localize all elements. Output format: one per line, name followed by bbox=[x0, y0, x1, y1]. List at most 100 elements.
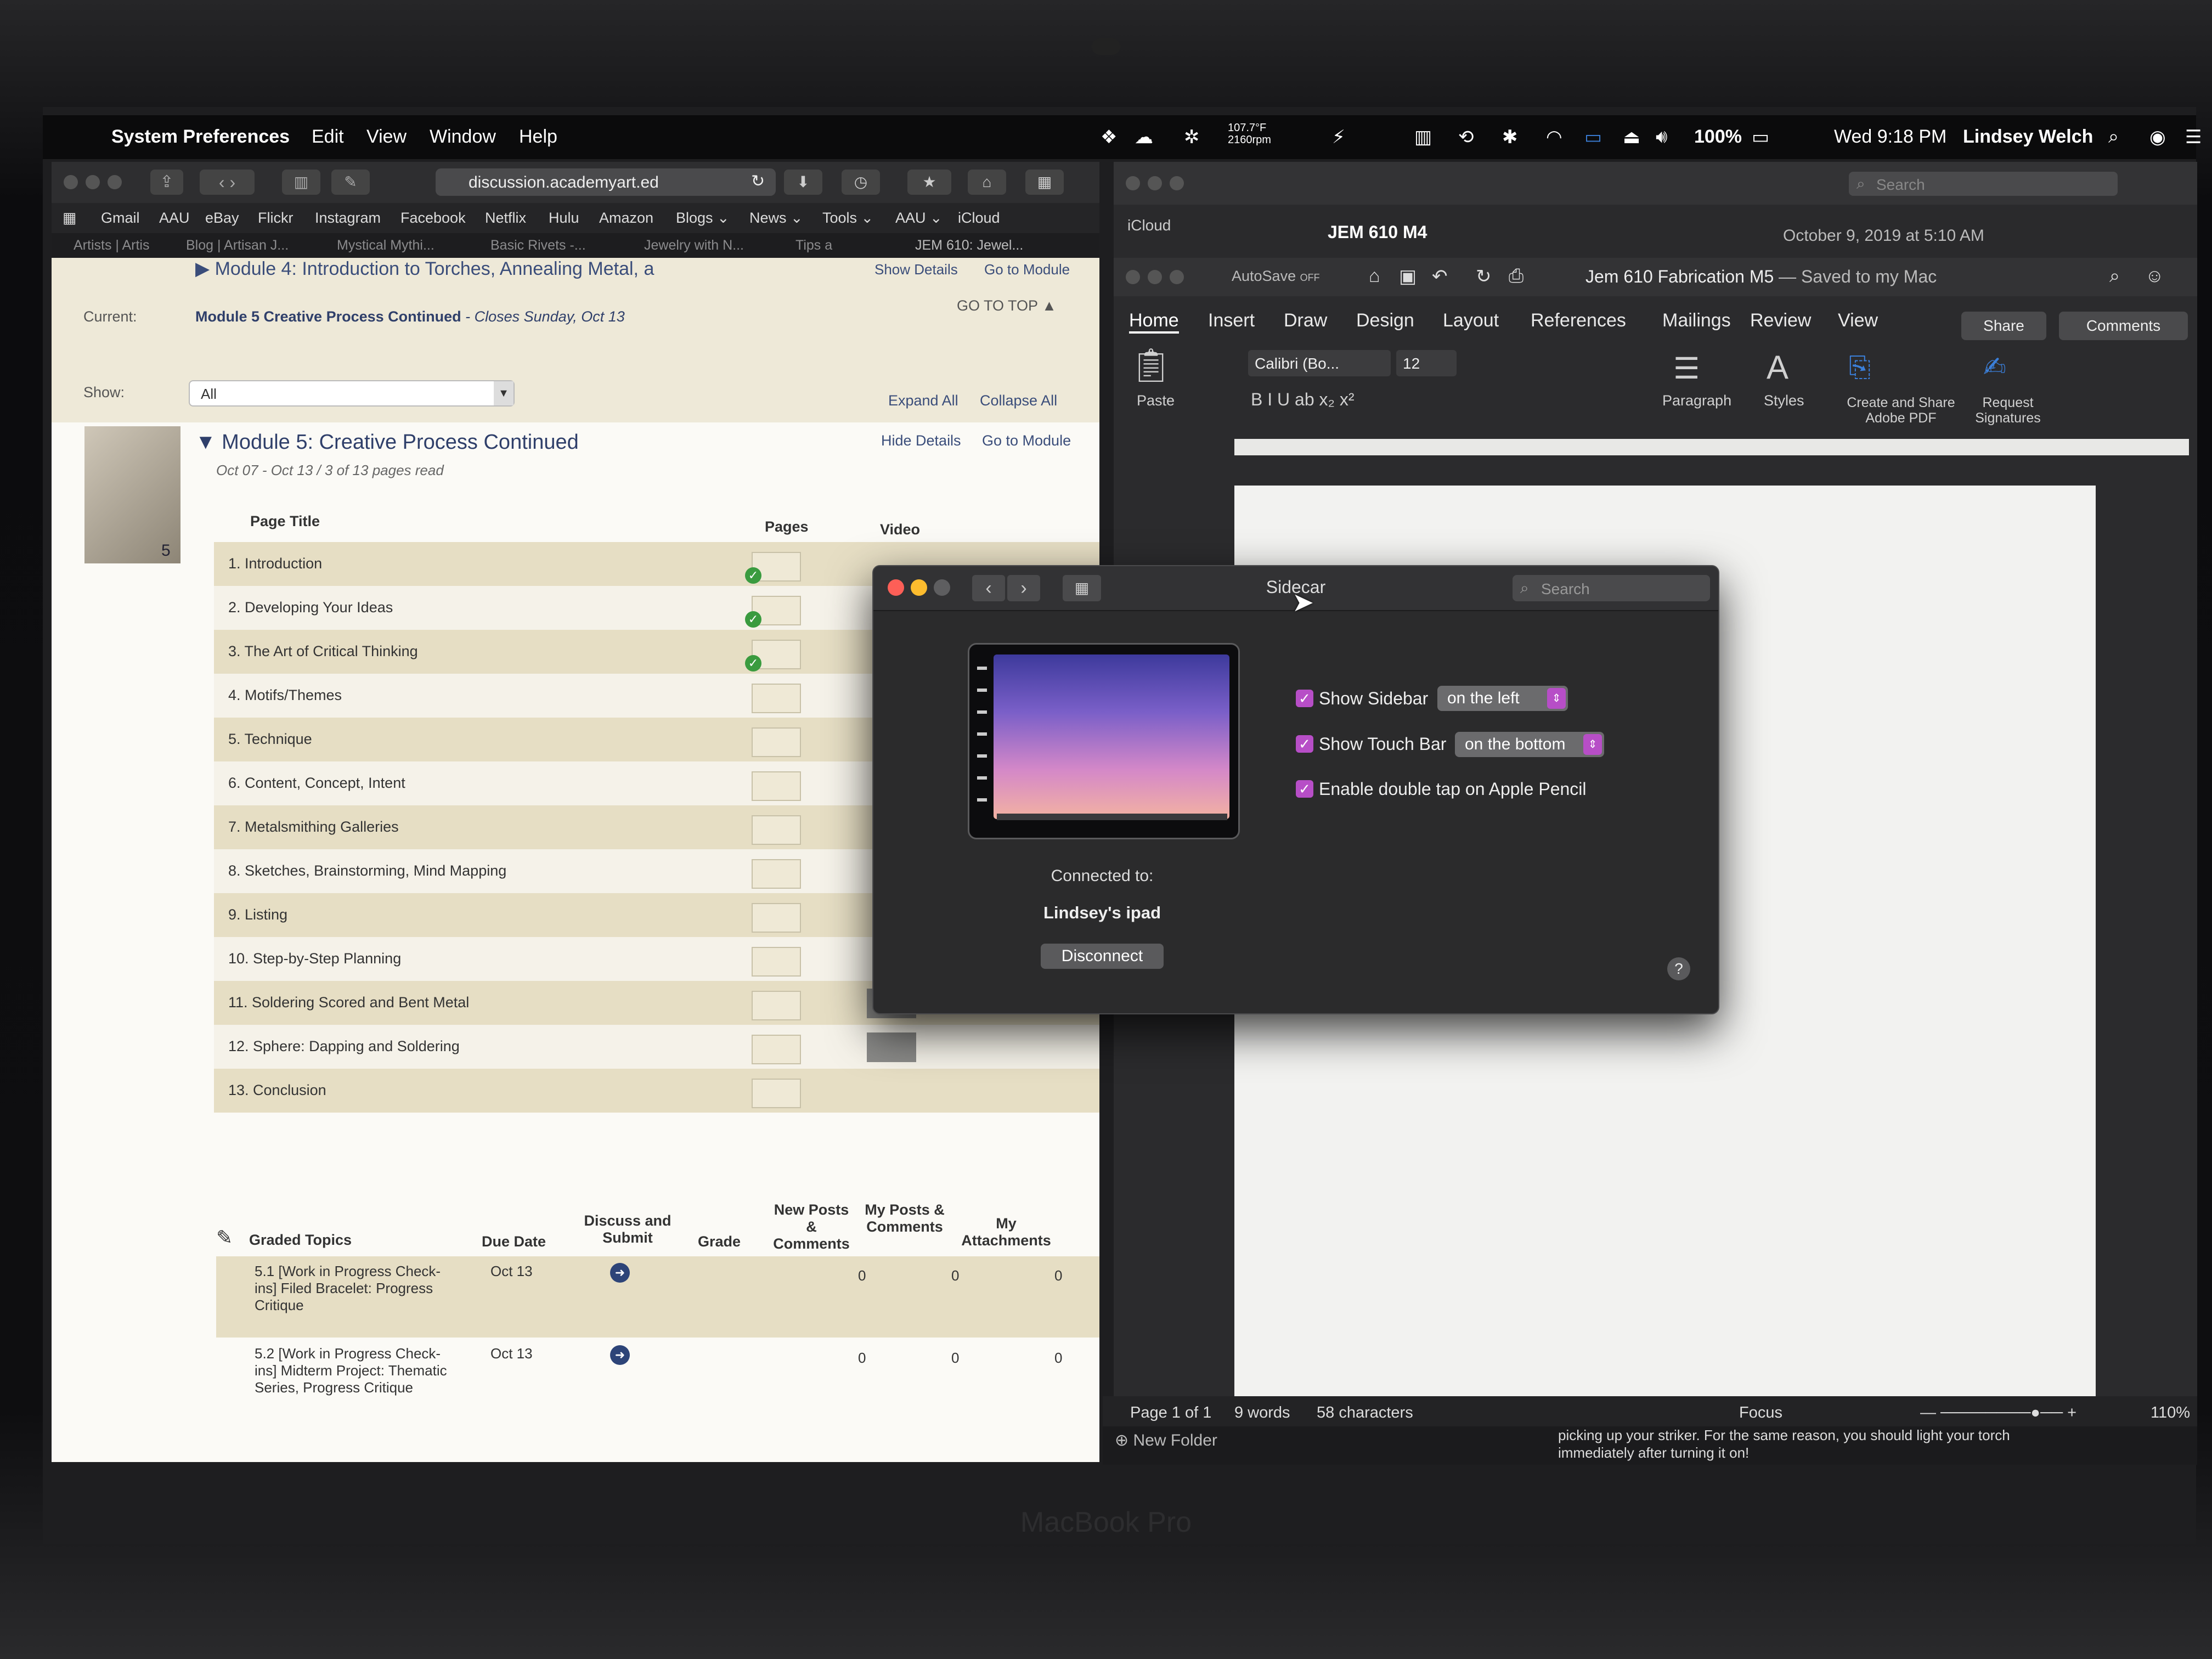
bookmark-ebay[interactable]: eBay bbox=[205, 210, 239, 227]
bookmark-news[interactable]: News ⌄ bbox=[749, 210, 803, 227]
tab[interactable]: Artists | Artis bbox=[74, 238, 149, 253]
time-machine-icon[interactable]: ⟲ bbox=[1458, 126, 1474, 148]
smiley-icon[interactable]: ☺ bbox=[2145, 266, 2164, 287]
go-to-module-link[interactable]: Go to Module bbox=[982, 432, 1071, 449]
bookmark-instagram[interactable]: Instagram bbox=[315, 210, 381, 227]
file-name[interactable]: JEM 610 M4 bbox=[1328, 222, 1427, 242]
collapse-all-link[interactable]: Collapse All bbox=[980, 392, 1057, 409]
page-row[interactable]: 12. Sphere: Dapping and Soldering bbox=[214, 1025, 1099, 1069]
sidebar-item-icloud[interactable]: iCloud bbox=[1127, 217, 1171, 234]
sidebar-position-select[interactable]: on the left ⇕ bbox=[1437, 686, 1568, 711]
tab-mailings[interactable]: Mailings bbox=[1662, 310, 1731, 331]
bluetooth-icon[interactable]: ✱ bbox=[1502, 126, 1518, 148]
styles-icon[interactable]: A bbox=[1767, 348, 1788, 386]
menu-window[interactable]: Window bbox=[430, 126, 496, 148]
paste-icon[interactable]: 📋︎ bbox=[1130, 346, 1172, 385]
apps-grid-icon[interactable]: ▦ bbox=[63, 210, 77, 227]
menu-view[interactable]: View bbox=[366, 126, 407, 148]
paragraph-icon[interactable]: ☰ bbox=[1673, 351, 1700, 386]
sidebar-icon[interactable]: ▥ bbox=[282, 170, 320, 195]
prev-module-link[interactable]: ▶ Module 4: Introduction to Torches, Ann… bbox=[195, 258, 654, 280]
bookmark-netflix[interactable]: Netflix bbox=[485, 210, 526, 227]
module-heading[interactable]: ▼ Module 5: Creative Process Continued bbox=[195, 431, 579, 454]
bookmark-amazon[interactable]: Amazon bbox=[599, 210, 653, 227]
minimize-button[interactable] bbox=[1148, 176, 1162, 190]
share-icon[interactable]: ⇪ bbox=[150, 170, 183, 195]
close-button[interactable] bbox=[1126, 176, 1140, 190]
volume-icon[interactable]: 🔊︎ bbox=[1656, 126, 1667, 148]
url-bar[interactable]: discussion.academyart.ed ↻ bbox=[436, 168, 776, 196]
eject-icon[interactable]: ⏏ bbox=[1623, 126, 1640, 148]
reload-icon[interactable]: ↻ bbox=[751, 172, 765, 191]
page-icon[interactable] bbox=[752, 947, 801, 977]
tab-active[interactable]: JEM 610: Jewel... bbox=[915, 238, 1023, 253]
search-icon[interactable]: ⌕ bbox=[2109, 266, 2120, 287]
menu-help[interactable]: Help bbox=[519, 126, 557, 148]
tab-layout[interactable]: Layout bbox=[1443, 310, 1499, 331]
show-select[interactable]: All ▼ bbox=[189, 380, 515, 407]
page-icon[interactable] bbox=[752, 903, 801, 933]
home-icon[interactable]: ⌂ bbox=[968, 170, 1006, 195]
ruler[interactable] bbox=[1234, 439, 2189, 455]
page-count[interactable]: Page 1 of 1 bbox=[1130, 1404, 1211, 1422]
share-button[interactable]: Share bbox=[1961, 312, 2046, 340]
undo-icon[interactable]: ↶ bbox=[1432, 266, 1448, 287]
focus-button[interactable]: Focus bbox=[1739, 1404, 1782, 1422]
close-button[interactable] bbox=[1126, 270, 1140, 284]
bookmark-icloud[interactable]: iCloud bbox=[958, 210, 1000, 227]
char-count[interactable]: 58 characters bbox=[1317, 1404, 1413, 1422]
battery-percent[interactable]: 100% bbox=[1694, 126, 1742, 148]
comments-button[interactable]: Comments bbox=[2059, 312, 2188, 340]
page-icon[interactable] bbox=[752, 684, 801, 713]
tab-references[interactable]: References bbox=[1531, 310, 1626, 331]
page-icon[interactable] bbox=[752, 771, 801, 801]
topic-link[interactable]: 5.2 [Work in Progress Check-ins] Midterm… bbox=[255, 1345, 458, 1396]
minimize-button[interactable] bbox=[86, 175, 100, 189]
redo-icon[interactable]: ↻ bbox=[1476, 266, 1492, 287]
tab[interactable]: Tips a bbox=[795, 238, 832, 253]
video-thumbnail[interactable] bbox=[867, 1032, 916, 1062]
disconnect-button[interactable]: Disconnect bbox=[1041, 944, 1164, 969]
autosave-toggle[interactable]: AutoSave OFF bbox=[1232, 268, 1320, 285]
show-sidebar-checkbox[interactable]: ✓ bbox=[1296, 690, 1313, 707]
page-icon[interactable] bbox=[752, 859, 801, 889]
bookmark-icon[interactable]: ★ bbox=[907, 170, 951, 195]
go-to-top-link[interactable]: GO TO TOP ▲ bbox=[957, 297, 1057, 314]
tab-design[interactable]: Design bbox=[1356, 310, 1414, 331]
touchbar-position-select[interactable]: on the bottom ⇕ bbox=[1455, 732, 1604, 757]
siri-icon[interactable]: ◉ bbox=[2149, 126, 2166, 148]
notification-center-icon[interactable]: ☰ bbox=[2185, 126, 2202, 148]
zoom-level[interactable]: 110% bbox=[2151, 1404, 2190, 1422]
show-details-link[interactable]: Show Details bbox=[874, 261, 958, 278]
zoom-button[interactable] bbox=[1170, 270, 1184, 284]
download-icon[interactable]: ⬇ bbox=[784, 170, 822, 195]
minimize-button[interactable] bbox=[1148, 270, 1162, 284]
print-icon[interactable]: ⎙ bbox=[1509, 266, 1523, 287]
finder-search[interactable]: ⌕ Search bbox=[1849, 172, 2118, 196]
tab[interactable]: Jewelry with N... bbox=[644, 238, 744, 253]
grid-icon[interactable]: ▦ bbox=[1025, 170, 1064, 195]
tab-view[interactable]: View bbox=[1838, 310, 1878, 331]
topic-link[interactable]: 5.1 [Work in Progress Check-ins] Filed B… bbox=[255, 1263, 458, 1314]
tab[interactable]: Blog | Artisan J... bbox=[186, 238, 289, 253]
page-row[interactable]: 13. Conclusion bbox=[214, 1069, 1099, 1113]
close-button[interactable] bbox=[64, 175, 78, 189]
zoom-button[interactable] bbox=[108, 175, 122, 189]
format-buttons[interactable]: B I U ab x₂ x² bbox=[1251, 390, 1354, 410]
page-icon[interactable] bbox=[752, 1079, 801, 1108]
arrow-right-icon[interactable]: ➜ bbox=[610, 1263, 630, 1283]
tab-review[interactable]: Review bbox=[1750, 310, 1811, 331]
tab[interactable]: Mystical Mythi... bbox=[337, 238, 435, 253]
menu-edit[interactable]: Edit bbox=[312, 126, 344, 148]
temp-monitor[interactable]: 107.7°F 2160rpm bbox=[1228, 122, 1271, 146]
home-icon[interactable]: ⌂ bbox=[1369, 266, 1380, 287]
show-touchbar-checkbox[interactable]: ✓ bbox=[1296, 735, 1313, 753]
adobe-pdf-label[interactable]: Create and Share Adobe PDF bbox=[1846, 395, 1956, 426]
request-signatures-label[interactable]: Request Signatures bbox=[1959, 395, 2057, 426]
tab-home[interactable]: Home bbox=[1129, 310, 1179, 334]
bookmark-tools[interactable]: Tools ⌄ bbox=[822, 210, 873, 227]
edit-icon[interactable]: ✎ bbox=[331, 170, 370, 195]
cloud-icon[interactable]: ☁ bbox=[1135, 126, 1153, 148]
dropbox-icon[interactable]: ❖ bbox=[1101, 126, 1117, 148]
double-tap-checkbox[interactable]: ✓ bbox=[1296, 780, 1313, 798]
